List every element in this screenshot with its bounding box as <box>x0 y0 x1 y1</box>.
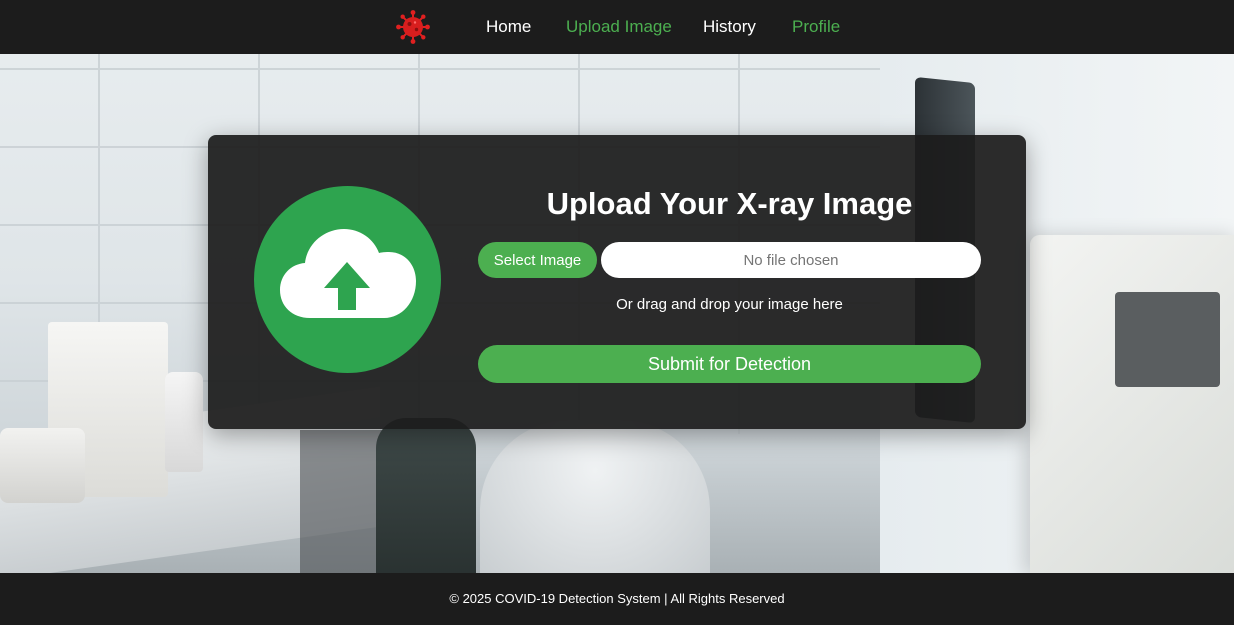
select-image-button[interactable]: Select Image <box>478 242 597 278</box>
upload-card: Upload Your X-ray Image Select Image Or … <box>208 135 1026 429</box>
footer-copyright: © 2025 COVID-19 Detection System | All R… <box>449 591 785 606</box>
label-printer <box>0 428 85 503</box>
nav-profile-link[interactable]: Profile <box>792 17 840 37</box>
nav-upload-image-link[interactable]: Upload Image <box>566 17 672 37</box>
file-name-field[interactable] <box>601 242 981 278</box>
nav-home-link[interactable]: Home <box>486 17 531 37</box>
submit-detection-button[interactable]: Submit for Detection <box>478 345 981 383</box>
spray-bottle <box>165 372 203 472</box>
lab-technician <box>480 420 710 590</box>
top-navbar: Home Upload Image History Profile <box>0 0 1234 54</box>
lab-machine-screen <box>1115 292 1220 387</box>
cloud-upload-icon <box>254 186 441 373</box>
lab-machine <box>1030 235 1234 575</box>
page-footer: © 2025 COVID-19 Detection System | All R… <box>0 573 1234 625</box>
nav-history-link[interactable]: History <box>703 17 756 37</box>
upload-title: Upload Your X-ray Image <box>546 186 913 221</box>
virus-icon[interactable] <box>396 10 430 44</box>
drag-drop-hint: Or drag and drop your image here <box>616 296 843 313</box>
lab-chair <box>376 418 476 588</box>
